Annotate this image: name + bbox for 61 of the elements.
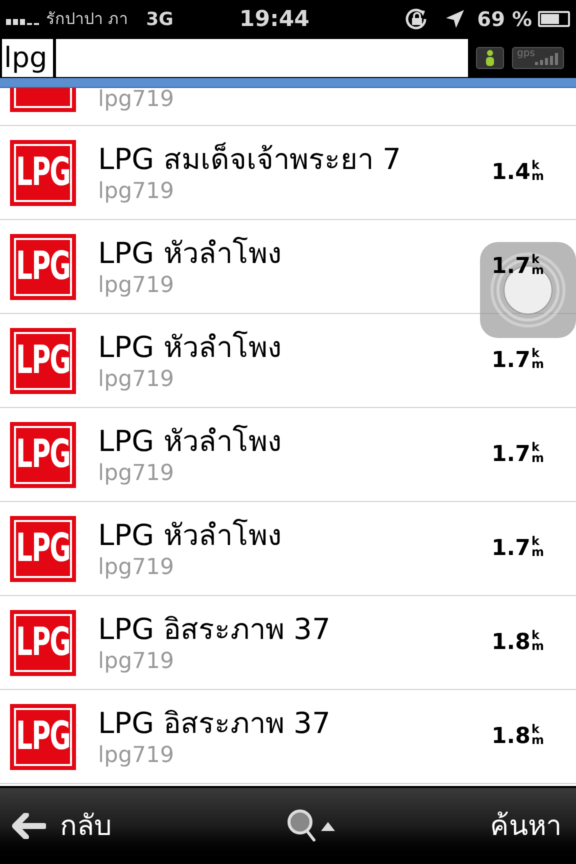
distance-unit: k (531, 160, 540, 170)
distance-value: 1.8 (492, 723, 530, 751)
search-field[interactable]: lpg (2, 39, 468, 77)
place-name: LPG หัวลำโพง (98, 516, 282, 554)
distance-value: 1.7 (492, 253, 530, 281)
person-icon (485, 50, 495, 66)
place-code: lpg719 (98, 554, 176, 582)
place-name: LPG อิสระภาพ 37 (98, 610, 332, 648)
gps-signal-icon (535, 53, 559, 65)
distance-unit: m (531, 640, 544, 652)
distance-value: 1.7 (492, 347, 530, 375)
lpg-logo: LPG (10, 140, 76, 206)
caret-up-icon (321, 822, 335, 830)
assistive-touch-icon (490, 252, 566, 328)
distance-unit: k (531, 724, 540, 734)
search-button[interactable]: ค้นหา (490, 805, 562, 847)
distance-unit: k (531, 536, 540, 546)
place-code: lpg719 (98, 648, 176, 676)
lpg-logo: LPG (10, 328, 76, 394)
distance-value: 1.4 (492, 159, 530, 187)
back-button[interactable]: กลับ (12, 805, 112, 847)
search-icon (287, 809, 317, 843)
distance-unit: k (531, 348, 540, 358)
network-type: 3G (146, 8, 174, 32)
place-name: LPG อิสระภาพ 37 (98, 704, 332, 742)
distance-unit: m (531, 546, 544, 558)
battery-icon (538, 11, 570, 27)
distance-value: 1.7 (492, 535, 530, 563)
place-name: LPG หัวลำโพง (98, 234, 282, 272)
lpg-logo: LPG (10, 422, 76, 488)
distance-value: 1.7 (492, 441, 530, 469)
distance-unit: m (531, 170, 544, 182)
place-code: lpg719 (98, 742, 176, 770)
assistive-touch-overlay[interactable] (480, 242, 576, 338)
lpg-logo: LPG (10, 704, 76, 770)
place-name: LPG สมเด็จเจ้าพระยา 7 (98, 140, 402, 178)
person-button[interactable] (476, 47, 504, 69)
distance-unit: m (531, 358, 544, 370)
place-code: lpg719 (98, 366, 176, 394)
distance-unit: m (531, 734, 544, 746)
place-code: lpg719 (98, 460, 176, 488)
search-menu-button[interactable] (287, 809, 335, 843)
distance-unit: k (531, 630, 540, 640)
place-name: LPG หัวลำโพง (98, 328, 282, 366)
place-code: lpg719 (98, 178, 176, 206)
location-arrow-icon (445, 9, 466, 29)
back-arrow-icon (12, 813, 46, 839)
distance-unit: m (531, 264, 544, 276)
status-time: 19:44 (239, 6, 310, 34)
place-code: lpg719 (98, 88, 176, 114)
carrier-name: รักปาปา ภา (46, 8, 128, 30)
distance-unit: k (531, 254, 540, 264)
place-name: LPG หัวลำโพง (98, 422, 282, 460)
place-code: lpg719 (98, 272, 176, 300)
distance-value: 1.8 (492, 629, 530, 657)
distance-unit: m (531, 452, 544, 464)
lpg-logo: LPG (10, 610, 76, 676)
lpg-logo: LPG (10, 234, 76, 300)
distance-unit: k (531, 442, 540, 452)
battery-percent: 69 % (477, 6, 532, 33)
lpg-logo: LPG (10, 516, 76, 582)
